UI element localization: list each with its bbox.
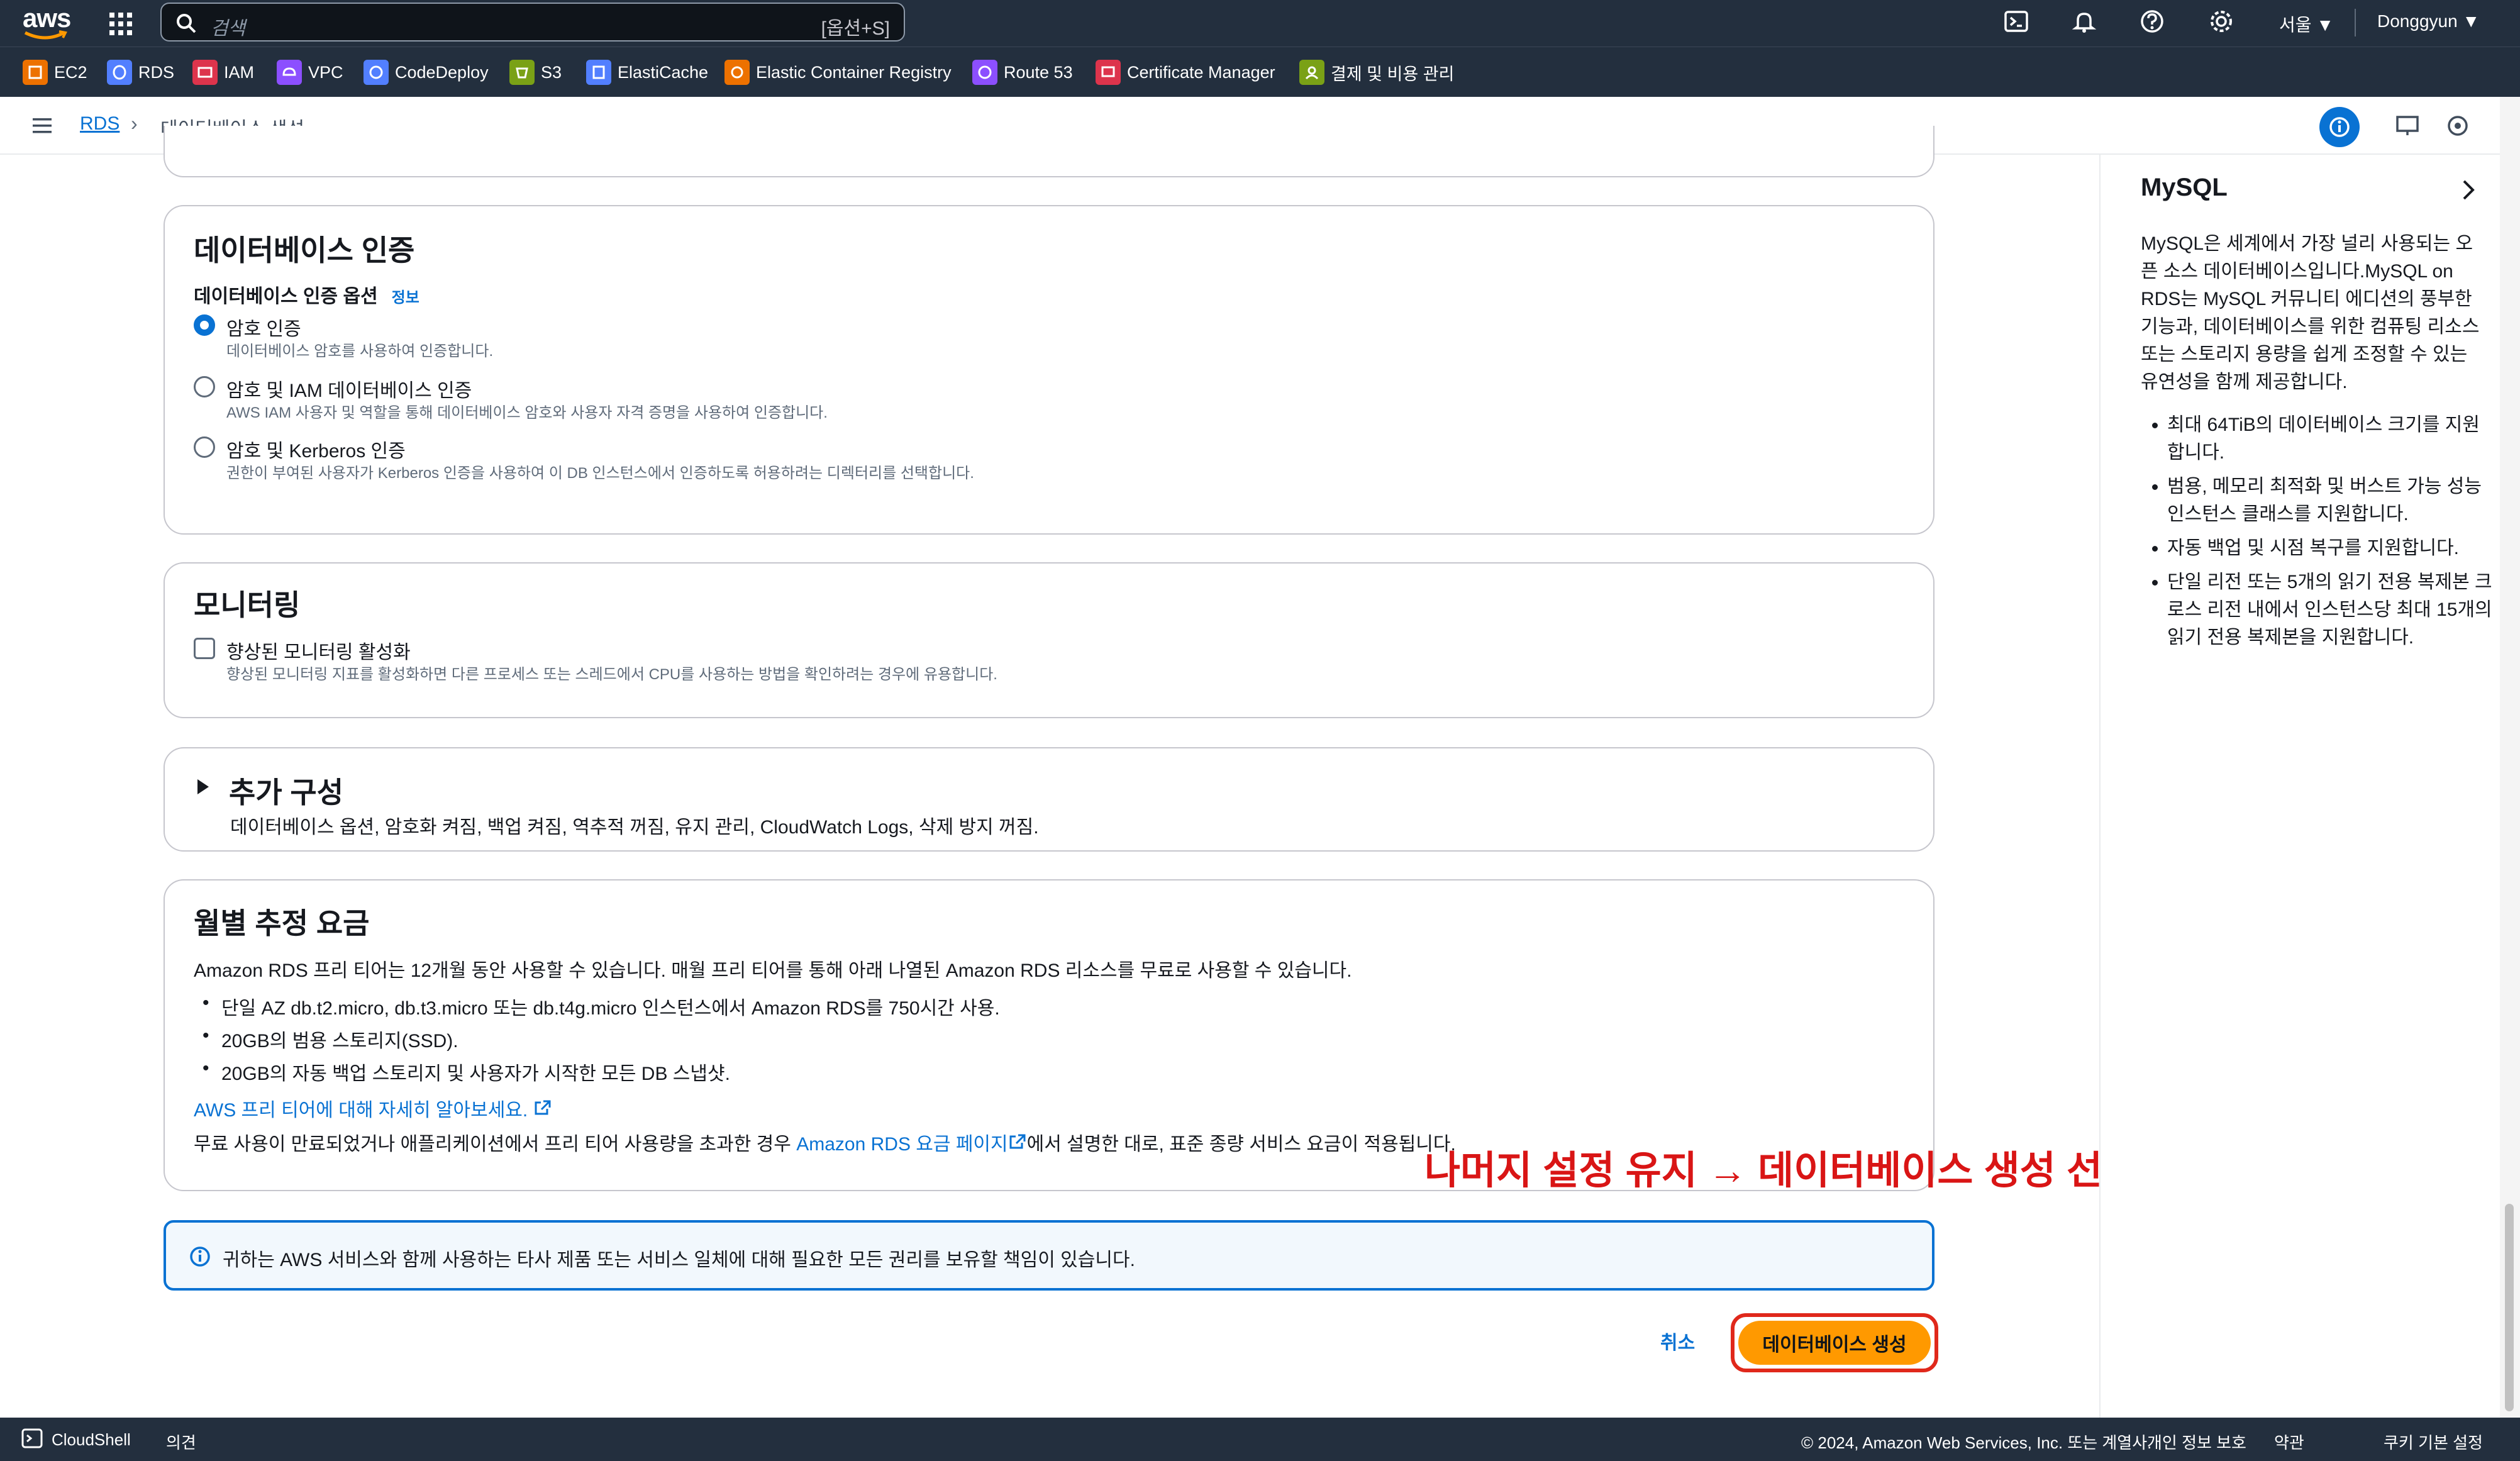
- privacy-link[interactable]: 개인 정보 보호: [2147, 1430, 2246, 1453]
- s3-icon: [509, 60, 535, 85]
- help-title: MySQL: [2141, 174, 2228, 201]
- cost-intro: Amazon RDS 프리 티어는 12개월 동안 사용할 수 있습니다. 매월…: [194, 960, 1352, 981]
- monitoring-title: 모니터링: [194, 589, 301, 621]
- terms-link[interactable]: 약관: [2274, 1430, 2304, 1453]
- route53-icon: [972, 60, 997, 85]
- iam-icon: [192, 60, 218, 85]
- help-feature-item: 범용, 메모리 최적화 및 버스트 가능 성능 인스턴스 클래스를 지원합니다.: [2167, 473, 2493, 528]
- aws-logo[interactable]: aws: [23, 5, 71, 42]
- cloudshell-footer-icon[interactable]: [21, 1428, 43, 1453]
- favorite-elasticache[interactable]: ElastiCache: [586, 60, 708, 85]
- help-feature-item: 최대 64TiB의 데이터베이스 크기를 지원합니다.: [2167, 411, 2493, 467]
- auth-options-header: 데이터베이스 인증 옵션 정보: [194, 281, 419, 308]
- tutorials-icon[interactable]: [2395, 113, 2420, 142]
- radio-unselected[interactable]: [194, 376, 215, 397]
- auth-info-link[interactable]: 정보: [392, 289, 419, 306]
- billing-icon: [1299, 60, 1324, 85]
- favorite-certificate-manager[interactable]: Certificate Manager: [1096, 60, 1275, 85]
- help-feature-list: 최대 64TiB의 데이터베이스 크기를 지원합니다. 범용, 메모리 최적화 …: [2141, 411, 2493, 658]
- create-database-button[interactable]: 데이터베이스 생성: [1738, 1321, 1931, 1365]
- tutorial-annotation: 나머지 설정 유지 → 데이터베이스 생성 선택: [1424, 1149, 2139, 1192]
- database-auth-card: 데이터베이스 인증 데이터베이스 인증 옵션 정보 암호 인증 데이터베이스 암호…: [164, 205, 1934, 535]
- cloudshell-icon[interactable]: [2004, 9, 2031, 36]
- info-panel-toggle-icon[interactable]: [2319, 107, 2360, 147]
- ec2-icon: [23, 60, 48, 85]
- feedback-icon[interactable]: [2445, 113, 2470, 142]
- search-placeholder: 검색: [211, 18, 246, 39]
- region-selector[interactable]: 서울 ▼: [2279, 11, 2334, 36]
- free-tier-learn-more-link[interactable]: AWS 프리 티어에 대해 자세히 알아보세요.: [194, 1094, 552, 1122]
- auth-options-label: 데이터베이스 인증 옵션: [194, 286, 378, 307]
- elasticache-icon: [586, 60, 611, 85]
- codedeploy-icon: [364, 60, 389, 85]
- cloudshell-link[interactable]: CloudShell: [52, 1430, 131, 1450]
- services-menu-icon[interactable]: [108, 11, 133, 36]
- rights-info-alert: 귀하는 AWS 서비스와 함께 사용하는 타사 제품 또는 서비스 일체에 대해…: [164, 1220, 1934, 1291]
- cost-bullet: 20GB의 자동 백업 스토리지 및 사용자가 시작한 모든 DB 스냅샷.: [203, 1058, 730, 1086]
- create-button-highlight: 데이터베이스 생성: [1731, 1313, 1938, 1372]
- account-menu[interactable]: Donggyun ▼: [2377, 11, 2480, 31]
- breadcrumb-chevron-icon: ›: [131, 112, 138, 135]
- previous-section-card: [164, 126, 1934, 177]
- search-shortcut: [옵션+S]: [821, 18, 890, 39]
- favorite-ec2[interactable]: EC2: [23, 60, 87, 85]
- notifications-bell-icon[interactable]: [2072, 9, 2099, 36]
- cost-bullet: 단일 AZ db.t2.micro, db.t3.micro 또는 db.t4g…: [203, 992, 1000, 1020]
- breadcrumb-rds-link[interactable]: RDS: [80, 113, 119, 135]
- auth-section-title: 데이터베이스 인증: [194, 234, 415, 267]
- favorite-s3[interactable]: S3: [509, 60, 562, 85]
- help-feature-item: 자동 백업 및 시점 복구를 지원합니다.: [2167, 535, 2493, 562]
- additional-config-title[interactable]: 추가 구성: [229, 770, 343, 811]
- alert-text: 귀하는 AWS 서비스와 함께 사용하는 타사 제품 또는 서비스 일체에 대해…: [223, 1250, 1135, 1270]
- settings-gear-icon[interactable]: [2209, 9, 2236, 36]
- help-description: MySQL은 세계에서 가장 널리 사용되는 오픈 소스 데이터베이스입니다.M…: [2141, 233, 2480, 392]
- favorite-rds[interactable]: RDS: [107, 60, 174, 85]
- copyright-text: © 2024, Amazon Web Services, Inc. 또는 계열사…: [1801, 1433, 2152, 1452]
- cost-title: 월별 추정 요금: [194, 907, 370, 940]
- hamburger-menu-icon[interactable]: [30, 114, 55, 140]
- external-link-icon: [533, 1100, 552, 1121]
- rds-icon: [107, 60, 132, 85]
- rds-pricing-link[interactable]: Amazon RDS 요금 페이지: [796, 1134, 1007, 1155]
- search-icon: [175, 13, 197, 37]
- help-feature-item: 단일 리전 또는 5개의 읽기 전용 복제본 크로스 리전 내에서 인스턴스당 …: [2167, 569, 2493, 652]
- additional-config-card[interactable]: 추가 구성 데이터베이스 옵션, 암호화 켜짐, 백업 켜짐, 역추적 꺼짐, …: [164, 747, 1934, 852]
- search-input[interactable]: 검색 [옵션+S]: [160, 3, 905, 42]
- help-panel: MySQL MySQL은 세계에서 가장 널리 사용되는 오픈 소스 데이터베이…: [2099, 155, 2500, 1418]
- expand-caret-icon[interactable]: [195, 777, 211, 799]
- radio-unselected[interactable]: [194, 436, 215, 458]
- favorite-vpc[interactable]: VPC: [277, 60, 343, 85]
- certificate-manager-icon: [1096, 60, 1121, 85]
- topbar-divider: [2355, 9, 2356, 36]
- footer: CloudShell 의견 © 2024, Amazon Web Service…: [0, 1418, 2520, 1461]
- cookie-preferences-link[interactable]: 쿠키 기본 설정: [2384, 1430, 2483, 1453]
- cost-note: 무료 사용이 만료되었거나 애플리케이션에서 프리 티어 사용량을 초과한 경우…: [194, 1134, 1456, 1155]
- top-navigation: aws 검색 [옵션+S] 서울 ▼ Donggyun ▼: [0, 0, 2520, 47]
- favorite-billing[interactable]: 결제 및 비용 관리: [1299, 60, 1454, 85]
- monitoring-card: 모니터링 향상된 모니터링 활성화 향상된 모니터링 지표를 활성화하면 다른 …: [164, 562, 1934, 718]
- favorite-ecr[interactable]: Elastic Container Registry: [724, 60, 952, 85]
- feedback-link[interactable]: 의견: [166, 1430, 196, 1453]
- help-icon[interactable]: [2140, 9, 2167, 36]
- vpc-icon: [277, 60, 302, 85]
- checkbox-unchecked[interactable]: [194, 638, 215, 659]
- chevron-right-icon[interactable]: [2459, 177, 2478, 206]
- external-link-icon: [1008, 1134, 1027, 1155]
- page-scrollbar[interactable]: [2500, 97, 2520, 1418]
- favorite-route53[interactable]: Route 53: [972, 60, 1073, 85]
- scrollbar-thumb[interactable]: [2505, 1204, 2514, 1411]
- cancel-button[interactable]: 취소: [1660, 1327, 1695, 1355]
- favorite-codedeploy[interactable]: CodeDeploy: [364, 60, 489, 85]
- favorites-bar: EC2 RDS IAM VPC CodeDeploy S3 ElastiCach…: [0, 47, 2520, 97]
- favorite-iam[interactable]: IAM: [192, 60, 254, 85]
- additional-config-desc: 데이터베이스 옵션, 암호화 켜짐, 백업 켜짐, 역추적 꺼짐, 유지 관리,…: [230, 817, 1039, 838]
- ecr-icon: [724, 60, 750, 85]
- cost-bullet: 20GB의 범용 스토리지(SSD).: [203, 1025, 458, 1053]
- radio-selected[interactable]: [194, 314, 215, 336]
- info-icon: [189, 1245, 211, 1271]
